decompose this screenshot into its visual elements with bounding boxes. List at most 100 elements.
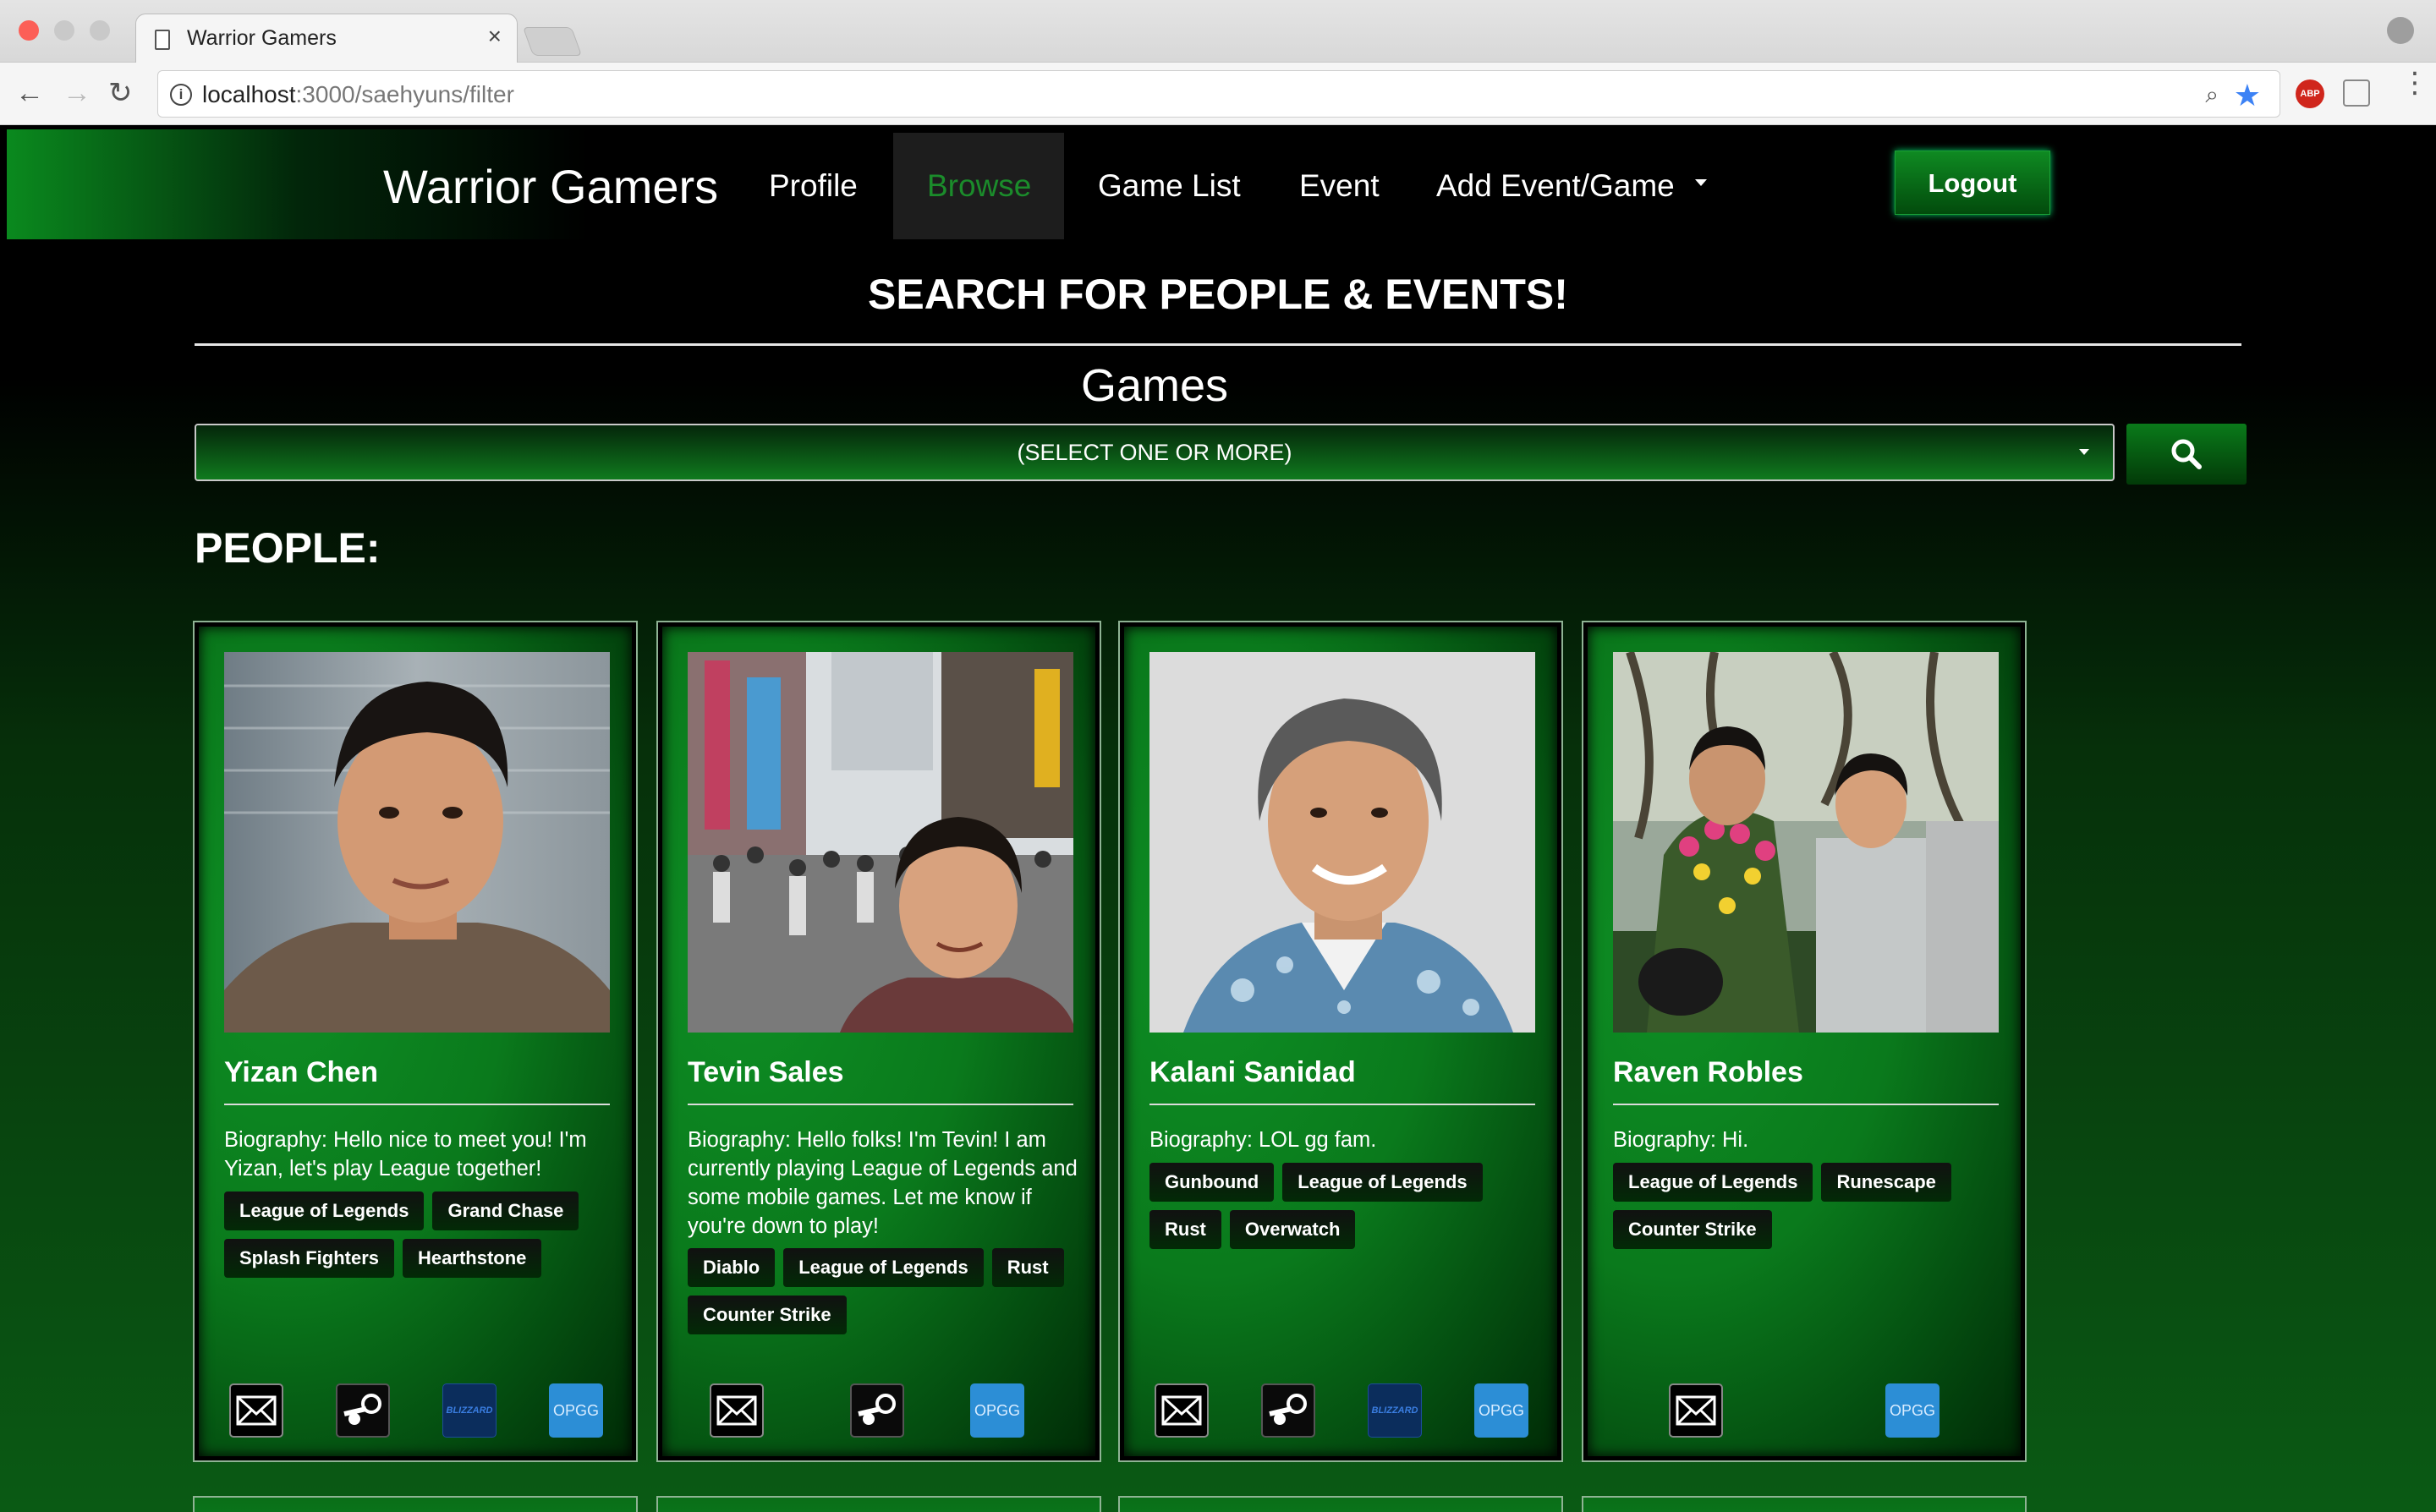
nav-add-label: Add Event/Game <box>1436 168 1675 203</box>
game-tags: League of Legends Runescape Counter Stri… <box>1613 1163 2011 1249</box>
person-photo <box>224 652 610 1033</box>
nav-game-list[interactable]: Game List <box>1098 168 1241 204</box>
person-name[interactable]: Kalani Sanidad <box>1149 1056 1356 1089</box>
game-tag[interactable]: Grand Chase <box>432 1192 579 1230</box>
person-bio: Biography: Hello folks! I'm Tevin! I am … <box>688 1128 1078 1238</box>
nav-browse[interactable]: Browse <box>927 168 1031 204</box>
adblock-extension-icon[interactable]: ABP <box>2296 79 2324 108</box>
game-tag[interactable]: Overwatch <box>1229 1210 1356 1249</box>
back-icon[interactable]: ← <box>15 78 44 108</box>
browser-profile-icon[interactable] <box>2387 17 2414 44</box>
person-name[interactable]: Yizan Chen <box>224 1056 378 1089</box>
card-divider <box>1149 1104 1535 1105</box>
blizzard-icon[interactable]: BLIZZARD <box>442 1383 497 1438</box>
opgg-icon[interactable]: OPGG <box>1885 1383 1939 1438</box>
person-card-partial <box>1118 1496 1563 1512</box>
site-navbar: Warrior Gamers Profile Browse Game List … <box>7 129 2436 239</box>
url-host: localhost <box>202 81 296 107</box>
search-icon <box>2171 439 2202 469</box>
person-card: Kalani Sanidad Biography: LOL gg fam. Gu… <box>1118 621 1563 1462</box>
forward-icon[interactable]: → <box>63 78 91 108</box>
mail-icon[interactable] <box>1155 1383 1209 1438</box>
mail-icon[interactable] <box>710 1383 764 1438</box>
person-bio: Biography: Hi. <box>1613 1128 1749 1152</box>
new-tab-button[interactable] <box>522 27 583 56</box>
maximize-window-button[interactable] <box>90 20 110 41</box>
games-label: Games <box>1080 360 1229 411</box>
person-bio: Biography: Hello nice to meet you! I'm Y… <box>224 1128 587 1181</box>
games-select-placeholder: (SELECT ONE OR MORE) <box>1017 440 1292 465</box>
game-tags: Diablo League of Legends Rust Counter St… <box>688 1248 1085 1334</box>
reload-icon[interactable]: ↻ <box>108 78 133 108</box>
search-button[interactable] <box>2126 424 2247 485</box>
person-card: Raven Robles Biography: Hi. League of Le… <box>1582 621 2027 1462</box>
person-photo <box>688 652 1073 1033</box>
logout-button[interactable]: Logout <box>1895 151 2050 215</box>
people-section-title: PEOPLE: <box>195 524 381 572</box>
person-card: Tevin Sales Biography: Hello folks! I'm … <box>656 621 1101 1462</box>
game-tag[interactable]: League of Legends <box>783 1248 984 1287</box>
select-caret-icon <box>2079 449 2089 455</box>
page-icon <box>155 30 170 50</box>
tab-close-icon[interactable]: × <box>488 23 502 50</box>
game-tags: Gunbound League of Legends Rust Overwatc… <box>1149 1163 1547 1249</box>
game-tag[interactable]: Counter Strike <box>1613 1210 1772 1249</box>
browser-tab[interactable]: Warrior Gamers × <box>135 14 518 64</box>
site-brand[interactable]: Warrior Gamers <box>383 159 718 214</box>
card-divider <box>224 1104 610 1105</box>
games-select[interactable]: (SELECT ONE OR MORE) <box>195 424 2115 481</box>
person-card: Yizan Chen Biography: Hello nice to meet… <box>193 621 638 1462</box>
person-card-partial <box>1582 1496 2027 1512</box>
browser-menu-icon[interactable]: ⋮ <box>2400 68 2429 97</box>
person-bio: Biography: LOL gg fam. <box>1149 1128 1377 1152</box>
url-text[interactable]: localhost:3000/saehyuns/filter <box>202 81 514 108</box>
steam-icon[interactable] <box>850 1383 904 1438</box>
game-tag[interactable]: Gunbound <box>1149 1163 1275 1202</box>
divider <box>195 343 2241 346</box>
browser-toolbar: ← → ↻ i localhost:3000/saehyuns/filter ⌕… <box>0 63 2436 125</box>
nav-event[interactable]: Event <box>1299 168 1380 204</box>
game-tag[interactable]: Splash Fighters <box>224 1239 395 1278</box>
page-content: Warrior Gamers Profile Browse Game List … <box>0 126 2436 1512</box>
opgg-icon[interactable]: OPGG <box>970 1383 1024 1438</box>
person-photo <box>1613 652 1999 1033</box>
game-tag[interactable]: Counter Strike <box>688 1296 847 1334</box>
game-tag[interactable]: League of Legends <box>1282 1163 1483 1202</box>
mail-icon[interactable] <box>1669 1383 1723 1438</box>
nav-add-event-game[interactable]: Add Event/Game <box>1436 168 1707 204</box>
game-tag[interactable]: Diablo <box>688 1248 776 1287</box>
card-divider <box>1613 1104 1999 1105</box>
game-tag[interactable]: League of Legends <box>224 1192 425 1230</box>
browser-tabstrip: Warrior Gamers × <box>0 0 2436 64</box>
person-name[interactable]: Tevin Sales <box>688 1056 844 1089</box>
person-photo <box>1149 652 1535 1033</box>
game-tag[interactable]: Rust <box>1149 1210 1221 1249</box>
game-tag[interactable]: Runescape <box>1821 1163 1951 1202</box>
person-name[interactable]: Raven Robles <box>1613 1056 1803 1089</box>
opgg-icon[interactable]: OPGG <box>549 1383 603 1438</box>
game-tag[interactable]: Hearthstone <box>403 1239 542 1278</box>
tab-title: Warrior Gamers <box>187 26 337 50</box>
zoom-icon[interactable]: ⌕ <box>2205 81 2219 109</box>
person-card-partial <box>193 1496 638 1512</box>
page-headline: SEARCH FOR PEOPLE & EVENTS! <box>868 271 1568 318</box>
bookmark-star-icon[interactable]: ★ <box>2234 78 2261 113</box>
steam-icon[interactable] <box>1261 1383 1315 1438</box>
opgg-icon[interactable]: OPGG <box>1474 1383 1528 1438</box>
mail-icon[interactable] <box>229 1383 283 1438</box>
card-divider <box>688 1104 1073 1105</box>
person-card-partial <box>656 1496 1101 1512</box>
steam-icon[interactable] <box>336 1383 390 1438</box>
game-tag[interactable]: League of Legends <box>1613 1163 1813 1202</box>
blizzard-icon[interactable]: BLIZZARD <box>1368 1383 1422 1438</box>
url-path: :3000/saehyuns/filter <box>295 81 514 107</box>
dropdown-caret-icon <box>1694 179 1707 187</box>
extension-icon[interactable] <box>2343 79 2370 107</box>
minimize-window-button[interactable] <box>54 20 74 41</box>
nav-profile[interactable]: Profile <box>769 168 858 204</box>
address-bar[interactable]: i localhost:3000/saehyuns/filter ⌕ ★ <box>157 70 2280 118</box>
close-window-button[interactable] <box>19 20 39 41</box>
game-tags: League of Legends Grand Chase Splash Fig… <box>224 1192 622 1278</box>
game-tag[interactable]: Rust <box>991 1248 1064 1287</box>
site-info-icon[interactable]: i <box>170 84 192 106</box>
